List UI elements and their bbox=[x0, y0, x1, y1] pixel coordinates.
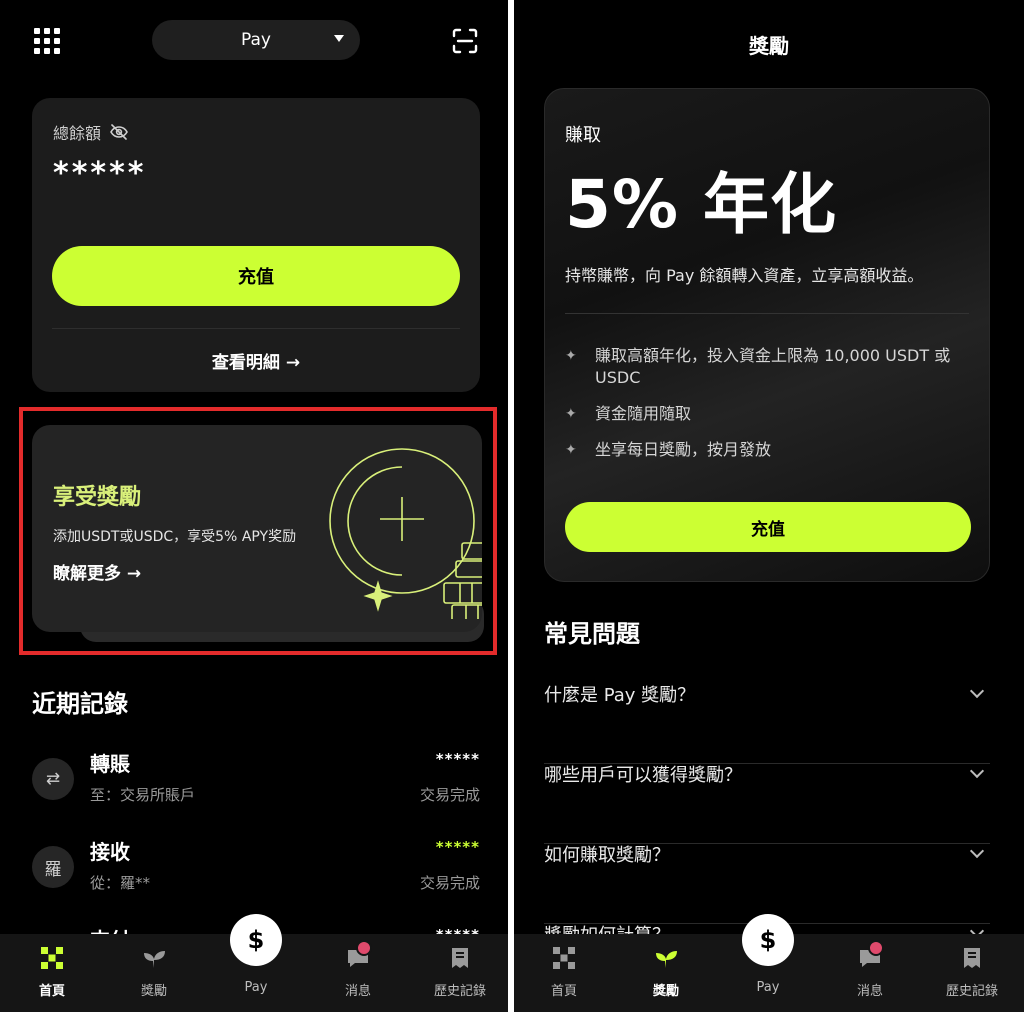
tx-subtitle: 從：羅** bbox=[90, 874, 151, 892]
sprout-icon bbox=[656, 951, 677, 968]
home-screen: Pay 總餘額 ***** 充值 查看明細 → 享受獎勵 添加USDT或USDC… bbox=[0, 0, 508, 1012]
list-item[interactable]: 羅 接收 從：羅** ***** 交易完成 bbox=[32, 836, 480, 900]
nav-item-history[interactable]: 歷史記錄 bbox=[932, 934, 1012, 1012]
faq-question: 什麼是 Pay 獎勵？ bbox=[544, 685, 696, 706]
benefit-text: 資金隨用隨取 bbox=[595, 404, 692, 423]
avatar: 羅 bbox=[32, 846, 74, 888]
tx-title: 轉賬 bbox=[90, 752, 130, 776]
pay-button[interactable]: $ bbox=[230, 914, 282, 966]
nav-label: 首頁 bbox=[550, 984, 577, 999]
faq-question: 如何賺取獎勵？ bbox=[544, 845, 670, 866]
nav-item-rewards[interactable]: 獎勵 bbox=[114, 934, 194, 1012]
chevron-down-icon bbox=[969, 683, 985, 699]
sparkle-icon: ✦ bbox=[565, 442, 577, 458]
benefit-text: 坐享每日獎勵，按月發放 bbox=[595, 440, 772, 459]
faq-item[interactable]: 如何賺取獎勵？ bbox=[544, 843, 990, 924]
benefit-item: ✦ 資金隨用隨取 bbox=[565, 403, 965, 425]
recent-records-title: 近期記錄 bbox=[32, 690, 128, 718]
apps-grid-icon[interactable] bbox=[34, 28, 60, 54]
nav-label: Pay bbox=[756, 980, 780, 995]
nav-label: 獎勵 bbox=[140, 984, 167, 999]
sparkle-icon: ✦ bbox=[565, 348, 577, 364]
tx-status: 交易完成 bbox=[419, 786, 480, 804]
nav-label: Pay bbox=[244, 980, 268, 995]
balance-value: ***** bbox=[53, 156, 147, 191]
nav-item-history[interactable]: 歷史記錄 bbox=[420, 934, 500, 1012]
caret-down-icon bbox=[334, 35, 344, 42]
tx-amount: ***** bbox=[435, 750, 480, 768]
earn-description: 持幣賺幣，向 Pay 餘額轉入資產，立享高額收益。 bbox=[565, 266, 924, 285]
scan-icon[interactable] bbox=[452, 28, 478, 54]
tx-title: 接收 bbox=[90, 840, 130, 864]
earn-eyebrow: 賺取 bbox=[565, 125, 601, 146]
tx-subtitle: 至：交易所賬戶 bbox=[90, 786, 196, 804]
faq-question: 哪些用戶可以獲得獎勵？ bbox=[544, 765, 742, 786]
balance-label-row: 總餘額 bbox=[53, 120, 129, 144]
rewards-screen: 獎勵 賺取 5% 年化 持幣賺幣，向 Pay 餘額轉入資產，立享高額收益。 ✦ … bbox=[514, 0, 1024, 1012]
faq-title: 常見問題 bbox=[544, 620, 640, 648]
faq-item[interactable]: 哪些用戶可以獲得獎勵？ bbox=[544, 763, 990, 844]
nav-label: 首頁 bbox=[38, 984, 65, 999]
deposit-button[interactable]: 充值 bbox=[565, 502, 971, 552]
nav-label: 歷史記錄 bbox=[433, 984, 486, 999]
pay-button[interactable]: $ bbox=[742, 914, 794, 966]
tx-amount: ***** bbox=[435, 838, 480, 856]
faq-item[interactable]: 什麼是 Pay 獎勵？ bbox=[544, 683, 990, 764]
eye-off-icon[interactable] bbox=[109, 124, 129, 140]
home-grid-icon bbox=[41, 947, 63, 969]
divider bbox=[565, 313, 969, 314]
chevron-down-icon bbox=[969, 763, 985, 779]
page-title: 獎勵 bbox=[749, 34, 789, 58]
nav-label: 消息 bbox=[344, 984, 371, 999]
view-details-link[interactable]: 查看明細 → bbox=[32, 348, 480, 373]
nav-item-home[interactable]: 首頁 bbox=[524, 934, 604, 1012]
notification-badge bbox=[868, 940, 884, 956]
receipt-icon bbox=[964, 948, 980, 968]
benefit-text: 賺取高額年化，投入資金上限為 10,000 USDT 或 USDC bbox=[595, 346, 951, 387]
deposit-button[interactable]: 充值 bbox=[52, 246, 460, 306]
nav-label: 消息 bbox=[856, 984, 883, 999]
nav-label: 歷史記錄 bbox=[945, 984, 998, 999]
nav-item-messages[interactable]: 消息 bbox=[830, 934, 910, 1012]
nav-item-messages[interactable]: 消息 bbox=[318, 934, 398, 1012]
transfer-icon: ⇄ bbox=[32, 758, 74, 800]
benefit-item: ✦ 賺取高額年化，投入資金上限為 10,000 USDT 或 USDC bbox=[565, 345, 965, 389]
nav-item-home[interactable]: 首頁 bbox=[12, 934, 92, 1012]
highlight-box bbox=[19, 407, 497, 655]
benefit-item: ✦ 坐享每日獎勵，按月發放 bbox=[565, 439, 965, 461]
app-switcher-value: Pay bbox=[241, 30, 271, 50]
earn-card: 賺取 5% 年化 持幣賺幣，向 Pay 餘額轉入資產，立享高額收益。 ✦ 賺取高… bbox=[544, 88, 990, 582]
tx-status: 交易完成 bbox=[419, 874, 480, 892]
divider bbox=[52, 328, 460, 329]
notification-badge bbox=[356, 940, 372, 956]
sprout-icon bbox=[144, 951, 165, 968]
app-switcher-dropdown[interactable]: Pay bbox=[152, 20, 360, 60]
earn-headline: 5% 年化 bbox=[565, 166, 838, 243]
balance-label: 總餘額 bbox=[53, 124, 102, 143]
balance-card: 總餘額 ***** 充值 查看明細 → bbox=[32, 98, 480, 392]
sparkle-icon: ✦ bbox=[565, 406, 577, 422]
list-item[interactable]: ⇄ 轉賬 至：交易所賬戶 ***** 交易完成 bbox=[32, 748, 480, 812]
nav-label: 獎勵 bbox=[652, 984, 679, 999]
chevron-down-icon bbox=[969, 843, 985, 859]
nav-item-rewards[interactable]: 獎勵 bbox=[626, 934, 706, 1012]
receipt-icon bbox=[452, 948, 468, 968]
home-grid-icon bbox=[553, 947, 575, 969]
